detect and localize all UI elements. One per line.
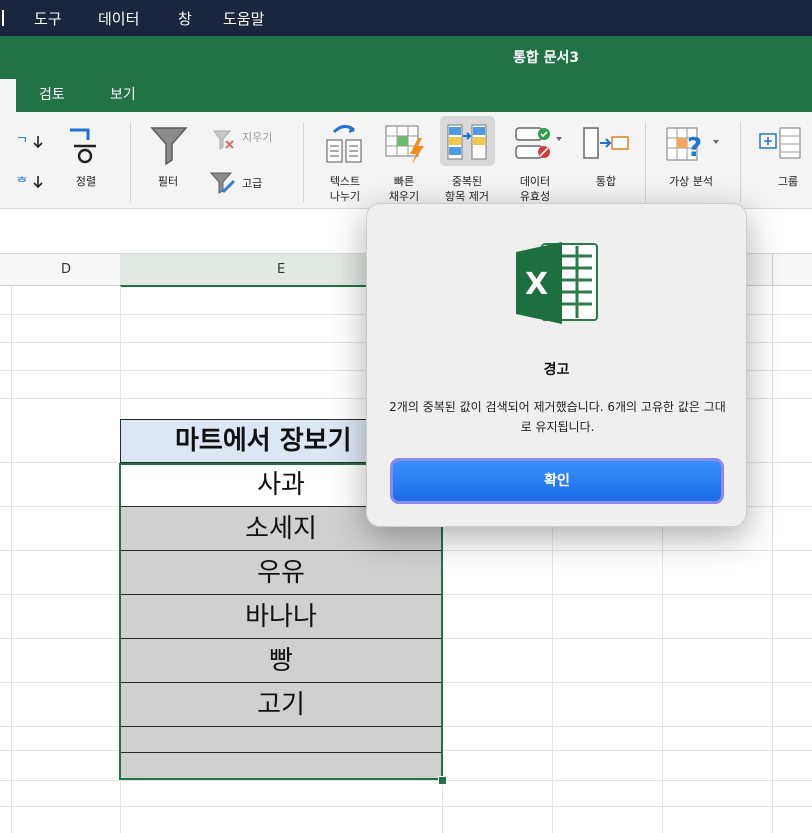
menu-window[interactable]: 창 xyxy=(178,8,192,29)
flash-fill-label: 빠른 채우기 xyxy=(388,175,420,203)
text-to-columns-label: 텍스트 나누기 xyxy=(329,175,361,203)
clear-label[interactable]: 지우기 xyxy=(242,130,272,145)
ribbon-separator xyxy=(740,122,741,202)
ok-button[interactable]: 확인 xyxy=(390,458,724,504)
ribbon-tab-bar: 검토 보기 xyxy=(0,76,812,112)
column-header-e[interactable]: E xyxy=(277,262,285,277)
svg-text:?: ? xyxy=(687,133,702,163)
filter-label: 필터 xyxy=(157,175,179,188)
window-title: 통합 문서3 xyxy=(513,50,580,66)
consolidate-icon[interactable] xyxy=(582,126,630,162)
flash-fill-icon[interactable] xyxy=(384,124,428,166)
column-header-d[interactable]: D xyxy=(61,262,71,277)
data-validation-icon[interactable] xyxy=(514,124,562,164)
svg-text:ᄀ: ᄀ xyxy=(16,136,28,151)
what-if-label: 가상 분석 xyxy=(669,175,713,188)
excel-app-icon: X xyxy=(516,242,598,324)
sort-asc-icon[interactable]: ᄀ xyxy=(16,132,46,152)
warning-dialog: X 경고 2개의 중복된 값이 검색되어 제거했습니다. 6개의 고유한 값은 … xyxy=(366,203,747,527)
menu-help[interactable]: 도움말 xyxy=(223,8,264,29)
advanced-label[interactable]: 고급 xyxy=(242,176,262,191)
filter-icon[interactable] xyxy=(149,124,189,166)
title-bar: 통합 문서3 xyxy=(0,36,812,76)
group-label: 그룹 xyxy=(777,175,799,188)
dialog-message: 2개의 중복된 값이 검색되어 제거했습니다. 6개의 고유한 값은 그대로 유… xyxy=(389,400,726,434)
svg-text:ᄒ: ᄒ xyxy=(16,176,28,191)
text-to-columns-icon[interactable] xyxy=(324,122,364,166)
fill-handle[interactable] xyxy=(438,776,447,785)
tab-data-active[interactable] xyxy=(0,79,16,112)
menu-tools[interactable]: 도구 xyxy=(34,8,62,29)
group-icon[interactable] xyxy=(758,124,812,164)
excel-logo-letter: X xyxy=(525,267,548,302)
ribbon-separator xyxy=(303,122,304,202)
menu-bar-edge xyxy=(2,10,4,26)
consolidate-label: 통합 xyxy=(595,175,617,188)
ribbon: ᄀ ᄒ 정렬 필터 지우기 고급 텍스트 나누기 빠른 채우기 중복된 항목 제… xyxy=(0,112,812,209)
menu-bar: 도구 데이터 창 도움말 xyxy=(0,0,812,36)
menu-data[interactable]: 데이터 xyxy=(98,8,139,29)
remove-duplicates-label: 중복된 항목 제거 xyxy=(445,175,489,203)
advanced-filter-icon[interactable] xyxy=(209,170,237,196)
dialog-title: 경고 xyxy=(543,362,570,378)
tab-review[interactable]: 검토 xyxy=(39,84,65,104)
data-validation-label: 데이터 유효성 xyxy=(519,175,551,203)
ribbon-separator xyxy=(130,122,131,202)
clear-filter-icon[interactable] xyxy=(212,128,236,152)
remove-duplicates-icon[interactable] xyxy=(446,123,490,163)
tab-view[interactable]: 보기 xyxy=(110,84,136,104)
what-if-analysis-icon[interactable]: ? xyxy=(665,124,723,164)
sort-desc-icon[interactable]: ᄒ xyxy=(16,172,46,192)
ribbon-separator xyxy=(645,122,646,202)
sort-icon[interactable] xyxy=(66,124,106,164)
sort-label: 정렬 xyxy=(75,175,97,188)
